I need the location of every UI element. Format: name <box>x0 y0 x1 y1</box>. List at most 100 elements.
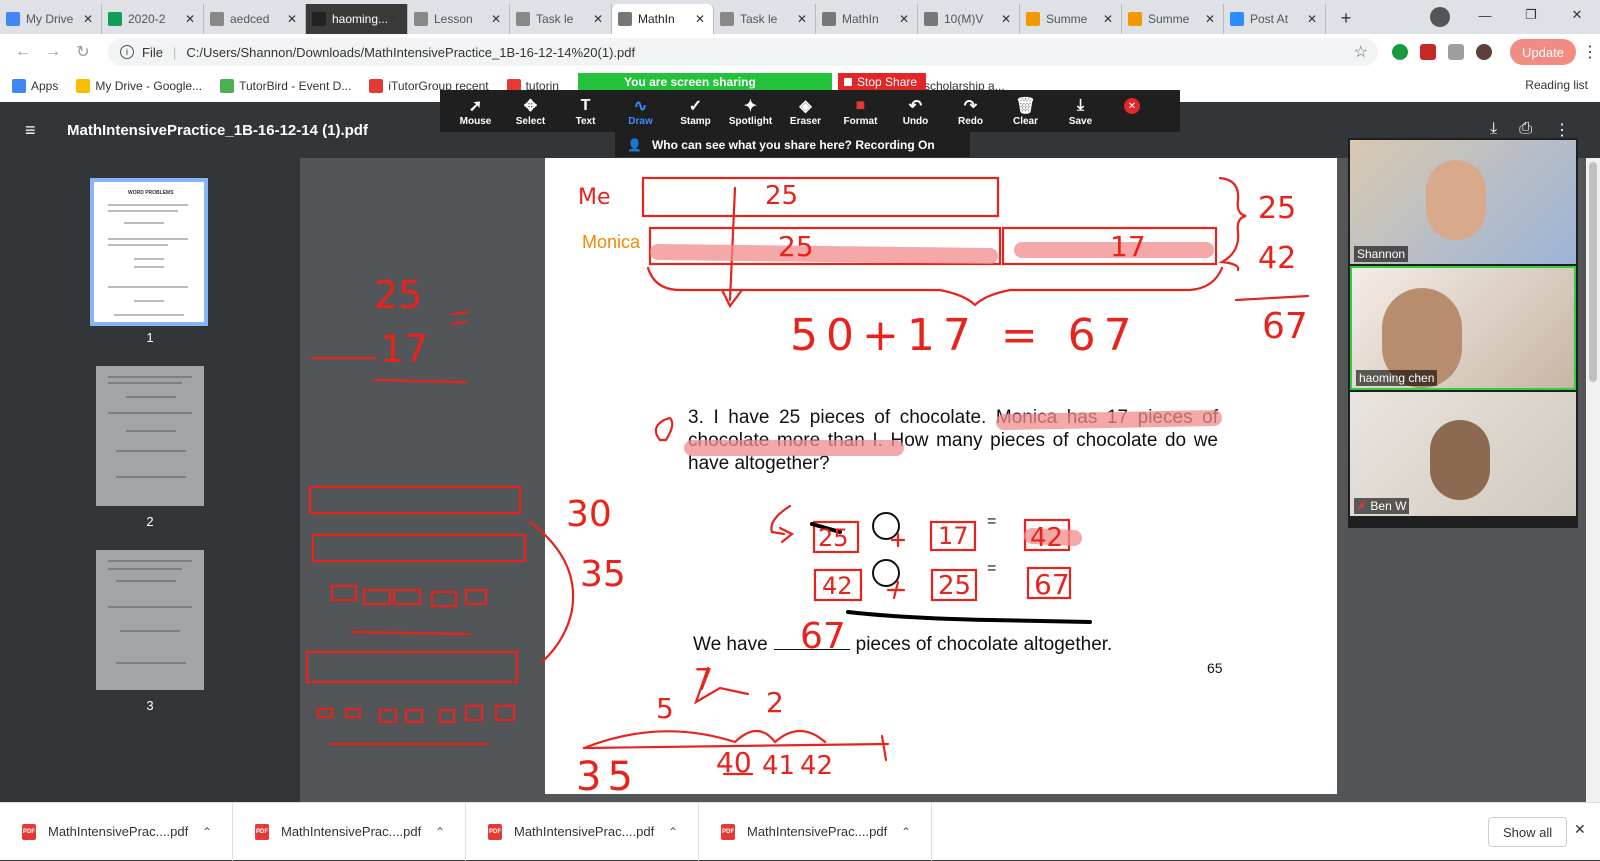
close-tab-icon[interactable]: ✕ <box>285 12 299 26</box>
browser-tab[interactable]: Summe ✕ <box>1020 4 1122 34</box>
browser-tab[interactable]: Task le ✕ <box>714 4 816 34</box>
bookmark-star-icon[interactable]: ☆ <box>1354 42 1368 62</box>
browser-tab[interactable]: My Drive ✕ <box>0 4 102 34</box>
tool-clear[interactable]: 🗑 Clear <box>998 96 1053 127</box>
print-icon[interactable]: ⎙ <box>1519 120 1532 140</box>
browser-tab[interactable]: Lesson ✕ <box>408 4 510 34</box>
video-tile-ben[interactable]: ✗ Ben W <box>1350 392 1576 516</box>
video-tile-shannon[interactable]: Shannon <box>1350 140 1576 264</box>
profile-icon[interactable] <box>1430 7 1450 27</box>
thumbnail-page-1[interactable]: WORD PROBLEMS <box>90 178 208 326</box>
close-tab-icon[interactable]: ✕ <box>81 12 95 26</box>
stop-share-button[interactable]: Stop Share <box>838 73 926 90</box>
close-tab-icon[interactable]: ✕ <box>897 12 911 26</box>
download-item[interactable]: PDF MathIntensivePrac....pdf ⌃ <box>0 802 233 861</box>
info-icon[interactable]: i <box>120 45 134 59</box>
thumb-line <box>116 662 186 664</box>
thumb-line <box>134 258 164 260</box>
browser-tab[interactable]: MathIn ✕ <box>816 4 918 34</box>
chevron-up-icon[interactable]: ⌃ <box>435 825 465 839</box>
download-icon[interactable]: ⤓ <box>1490 120 1497 140</box>
chevron-up-icon[interactable]: ⌃ <box>668 825 698 839</box>
pdf-title: MathIntensivePractice_1B-16-12-14 (1).pd… <box>67 121 368 139</box>
browser-tab[interactable]: MathIn ✕ <box>612 4 714 34</box>
tool-label: Clear <box>1012 115 1038 127</box>
close-tab-icon[interactable]: ✕ <box>489 12 503 26</box>
tool-text[interactable]: T Text <box>558 96 613 127</box>
browser-tab[interactable]: aedced ✕ <box>204 4 306 34</box>
tool-redo[interactable]: ↷ Redo <box>943 96 998 127</box>
tab-favicon <box>6 12 20 26</box>
close-tab-icon[interactable]: ✕ <box>591 12 605 26</box>
browser-tab[interactable]: 10(M)V ✕ <box>918 4 1020 34</box>
scrollbar-thumb[interactable] <box>1589 162 1597 382</box>
tool-draw[interactable]: ∿ Draw <box>613 96 668 127</box>
close-tab-icon[interactable]: ✕ <box>999 12 1013 26</box>
video-tile-haoming[interactable]: haoming chen <box>1350 266 1576 390</box>
hamburger-icon[interactable]: ≡ <box>25 120 43 141</box>
ublock-icon[interactable] <box>1420 44 1436 60</box>
close-tab-icon[interactable]: ✕ <box>693 12 707 26</box>
tool-save[interactable]: ⤓ Save <box>1053 96 1108 127</box>
tool-spotlight[interactable]: ✦ Spotlight <box>723 96 778 127</box>
vertical-scrollbar[interactable] <box>1586 158 1600 802</box>
address-bar[interactable]: i File | C:/Users/Shannon/Downloads/Math… <box>108 38 1378 66</box>
browser-tab[interactable]: 2020-2 ✕ <box>102 4 204 34</box>
update-button[interactable]: Update <box>1510 39 1576 65</box>
thumb-line <box>108 238 188 240</box>
close-tab-icon[interactable]: ✕ <box>183 12 197 26</box>
thumbnail-page-2[interactable] <box>96 366 204 506</box>
tool-mouse[interactable]: ➚ Mouse <box>448 96 503 127</box>
forward-icon[interactable]: → <box>38 43 68 61</box>
browser-tab[interactable]: Summe ✕ <box>1122 4 1224 34</box>
close-window-icon[interactable]: ✕ <box>1554 0 1600 30</box>
menu-icon[interactable]: ⋮ <box>1582 42 1598 62</box>
restore-icon[interactable]: ❐ <box>1508 0 1554 30</box>
more-icon[interactable]: ⋮ <box>1554 120 1570 140</box>
bookmark-item[interactable]: Apps <box>12 79 58 93</box>
thumbnail-page-3[interactable] <box>96 550 204 690</box>
download-item[interactable]: PDF MathIntensivePrac....pdf ⌃ <box>466 802 699 861</box>
bookmark-item[interactable]: My Drive - Google... <box>76 79 202 93</box>
bookmark-item[interactable]: TutorBird - Event D... <box>220 79 351 93</box>
thumb-heading: WORD PROBLEMS <box>128 190 174 196</box>
close-tab-icon[interactable]: ✕ <box>1305 12 1319 26</box>
tab-favicon <box>924 12 938 26</box>
reload-icon[interactable]: ↻ <box>68 42 98 62</box>
download-item[interactable]: PDF MathIntensivePrac....pdf ⌃ <box>233 802 466 861</box>
close-shelf-icon[interactable]: ✕ <box>1574 821 1586 838</box>
thumb-line <box>108 382 182 384</box>
tool-eraser[interactable]: ◈ Eraser <box>778 96 833 127</box>
extension-icon[interactable] <box>1392 44 1408 60</box>
close-tab-icon[interactable]: ✕ <box>1101 12 1115 26</box>
close-tab-icon[interactable]: ✕ <box>387 12 401 26</box>
tab-list: My Drive ✕ 2020-2 ✕ aedced ✕ haoming... ✕ Lesson… <box>0 4 1326 34</box>
reading-list[interactable]: Reading list <box>1525 78 1588 92</box>
minimize-icon[interactable]: — <box>1462 0 1508 30</box>
browser-tab[interactable]: Task le ✕ <box>510 4 612 34</box>
clear-icon: 🗑 <box>1015 97 1036 115</box>
download-filename: MathIntensivePrac....pdf <box>281 824 422 839</box>
tool-undo[interactable]: ↶ Undo <box>888 96 943 127</box>
chevron-up-icon[interactable]: ⌃ <box>901 825 931 839</box>
download-item[interactable]: PDF MathIntensivePrac....pdf ⌃ <box>699 802 932 861</box>
answer-prefix: We have <box>693 634 768 655</box>
close-tab-icon[interactable]: ✕ <box>795 12 809 26</box>
avatar[interactable] <box>1476 44 1492 60</box>
mouse-icon: ➚ <box>468 97 483 115</box>
close-annotation-icon[interactable]: ✕ <box>1124 98 1140 114</box>
tool-format[interactable]: ■ Format <box>833 96 888 127</box>
tab-title: Task le <box>740 12 778 26</box>
puzzle-icon[interactable] <box>1448 44 1464 60</box>
chevron-up-icon[interactable]: ⌃ <box>202 825 232 839</box>
zoom-who-can-see[interactable]: 👤 Who can see what you share here? Record… <box>615 132 970 157</box>
back-icon[interactable]: ← <box>8 43 38 61</box>
tool-stamp[interactable]: ✓ Stamp <box>668 96 723 127</box>
download-filename: MathIntensivePrac....pdf <box>514 824 655 839</box>
new-tab-button[interactable]: + <box>1332 4 1360 32</box>
close-tab-icon[interactable]: ✕ <box>1203 12 1217 26</box>
browser-tab[interactable]: Post At ✕ <box>1224 4 1326 34</box>
tool-select[interactable]: ✥ Select <box>503 96 558 127</box>
browser-tab[interactable]: haoming... ✕ <box>306 4 408 34</box>
show-all-button[interactable]: Show all <box>1488 817 1568 847</box>
